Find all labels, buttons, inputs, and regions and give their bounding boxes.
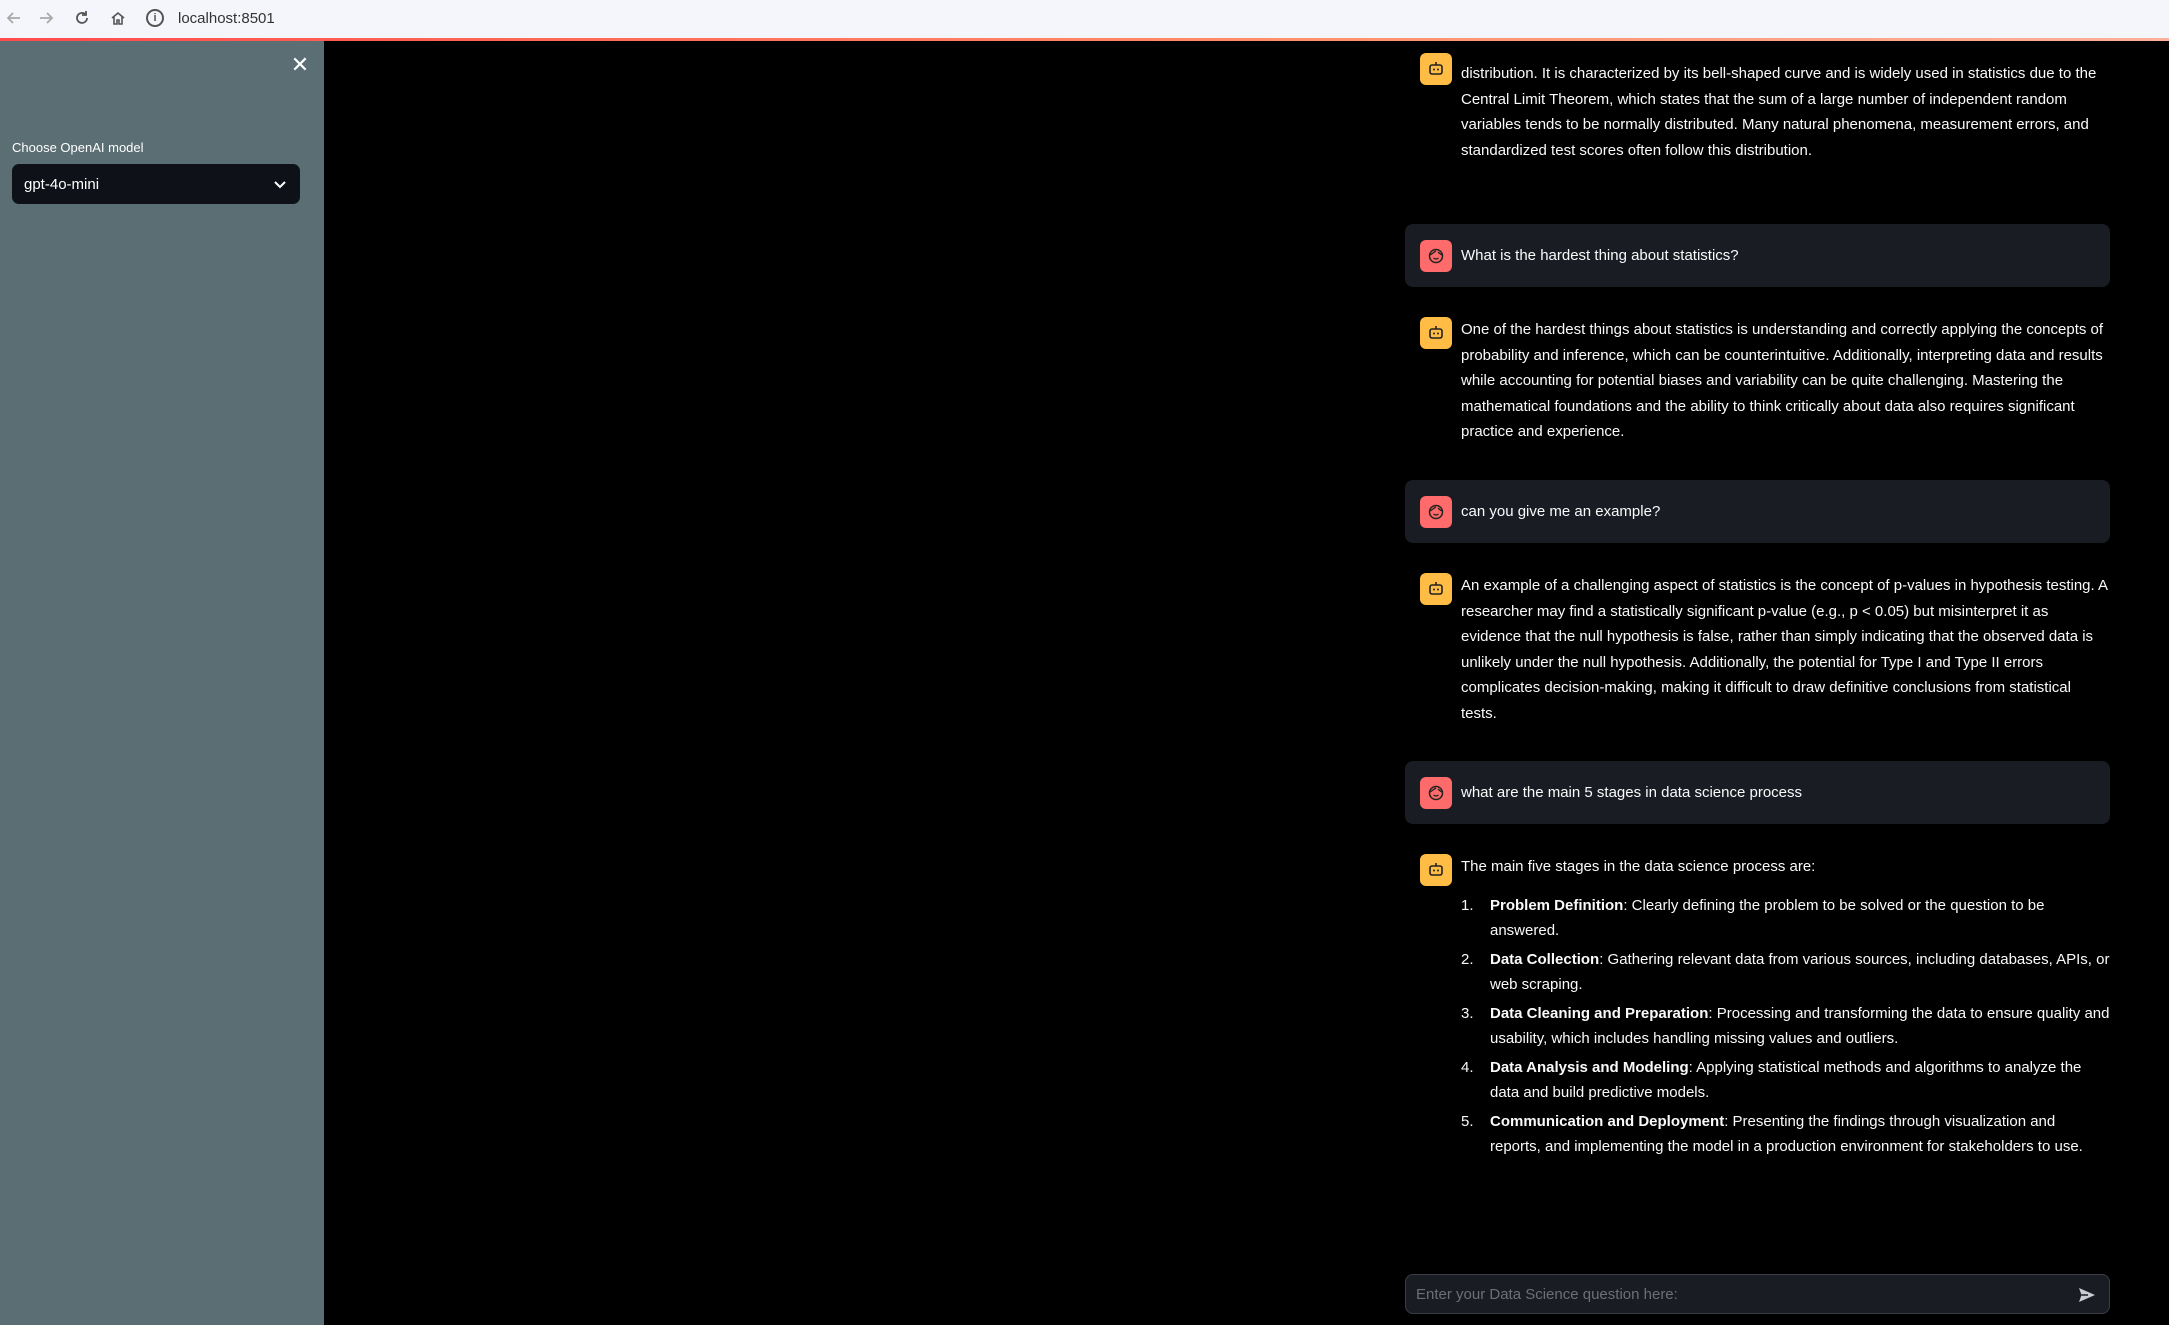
close-sidebar-icon[interactable]: ✕ — [288, 53, 312, 77]
stage-title: Problem Definition — [1490, 896, 1624, 914]
assistant-message-text: An example of a challenging aspect of st… — [1461, 577, 2108, 722]
user-face-icon — [1420, 240, 1452, 272]
robot-icon — [1420, 53, 1452, 85]
url-text: localhost:8501 — [178, 9, 275, 27]
assistant-message-text: distribution. It is characterized by its… — [1461, 65, 2097, 159]
assistant-message: An example of a challenging aspect of st… — [1405, 573, 2110, 733]
stages-intro: The main five stages in the data science… — [1461, 858, 1816, 875]
forward-icon[interactable] — [32, 4, 60, 32]
stage-title: Data Collection — [1490, 950, 1600, 968]
list-item: Problem Definition: Clearly defining the… — [1461, 893, 2110, 944]
robot-icon — [1420, 854, 1452, 886]
chat-main: distribution. It is characterized by its… — [324, 41, 2169, 1325]
user-face-icon — [1420, 496, 1452, 528]
list-item: Data Cleaning and Preparation: Processin… — [1461, 1001, 2110, 1052]
send-icon[interactable] — [2077, 1285, 2097, 1305]
chat-input[interactable] — [1406, 1275, 2056, 1313]
stages-list: Problem Definition: Clearly defining the… — [1461, 893, 2110, 1160]
chevron-down-icon — [274, 181, 286, 189]
back-icon[interactable] — [0, 4, 28, 32]
user-message-text: can you give me an example? — [1461, 503, 1661, 520]
sidebar: ✕ Choose OpenAI model gpt-4o-mini — [0, 41, 324, 1325]
stage-title: Data Cleaning and Preparation — [1490, 1004, 1709, 1022]
model-select-value: gpt-4o-mini — [24, 175, 100, 193]
robot-icon — [1420, 573, 1452, 605]
robot-icon — [1420, 317, 1452, 349]
address-bar[interactable]: i localhost:8501 — [146, 3, 2146, 33]
reload-icon[interactable] — [68, 4, 96, 32]
assistant-message-text: One of the hardest things about statisti… — [1461, 321, 2104, 440]
assistant-message: distribution. It is characterized by its… — [1405, 53, 2110, 191]
list-item: Data Analysis and Modeling: Applying sta… — [1461, 1055, 2110, 1106]
user-message-text: What is the hardest thing about statisti… — [1461, 247, 1739, 264]
home-icon[interactable] — [104, 4, 132, 32]
user-message: what are the main 5 stages in data scien… — [1405, 761, 2110, 824]
assistant-message: One of the hardest things about statisti… — [1405, 317, 2110, 447]
list-item: Data Collection: Gathering relevant data… — [1461, 947, 2110, 998]
chat-input-container — [1405, 1274, 2110, 1314]
user-message: What is the hardest thing about statisti… — [1405, 224, 2110, 287]
browser-toolbar: i localhost:8501 — [0, 0, 2169, 38]
assistant-message: The main five stages in the data science… — [1405, 854, 2110, 1214]
assistant-message-text: The main five stages in the data science… — [1461, 854, 2110, 1163]
user-message: can you give me an example? — [1405, 480, 2110, 543]
user-face-icon — [1420, 777, 1452, 809]
model-select[interactable]: gpt-4o-mini — [12, 164, 300, 204]
list-item: Communication and Deployment: Presenting… — [1461, 1109, 2110, 1160]
user-message-text: what are the main 5 stages in data scien… — [1461, 784, 1803, 801]
stage-title: Data Analysis and Modeling — [1490, 1058, 1689, 1076]
model-select-label: Choose OpenAI model — [12, 140, 144, 155]
stage-title: Communication and Deployment — [1490, 1112, 1725, 1130]
site-info-icon[interactable]: i — [146, 9, 164, 27]
